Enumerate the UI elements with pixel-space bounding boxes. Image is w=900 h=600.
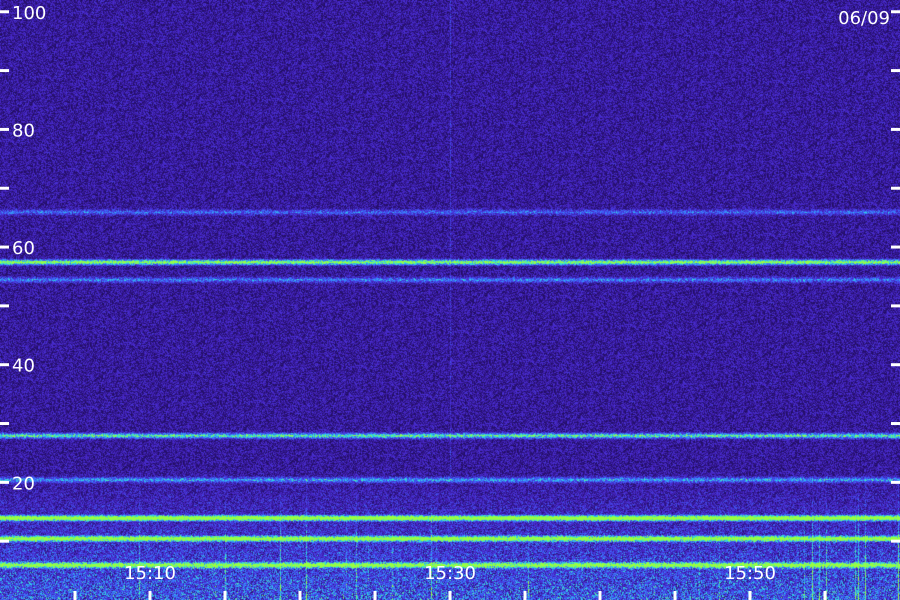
- spectrogram-chart: 20 40 60 80 100 15:10 15:30 15:50 06/09: [0, 0, 900, 600]
- y-tick-label: 80: [12, 120, 35, 141]
- y-tick-label: 40: [12, 356, 35, 377]
- x-axis-ticks: [73, 591, 827, 600]
- x-tick-label: 15:50: [724, 563, 776, 584]
- axis-labels: 20 40 60 80 100 15:10 15:30 15:50: [12, 3, 776, 584]
- y-tick-label: 100: [12, 3, 46, 24]
- x-tick-label: 15:10: [124, 563, 176, 584]
- y-tick-label: 20: [12, 473, 35, 494]
- y-axis-ticks: [0, 10, 900, 543]
- date-label: 06/09: [838, 8, 890, 29]
- axis-overlay: 20 40 60 80 100 15:10 15:30 15:50 06/09: [0, 3, 900, 600]
- y-tick-label: 60: [12, 238, 35, 259]
- x-tick-label: 15:30: [424, 563, 476, 584]
